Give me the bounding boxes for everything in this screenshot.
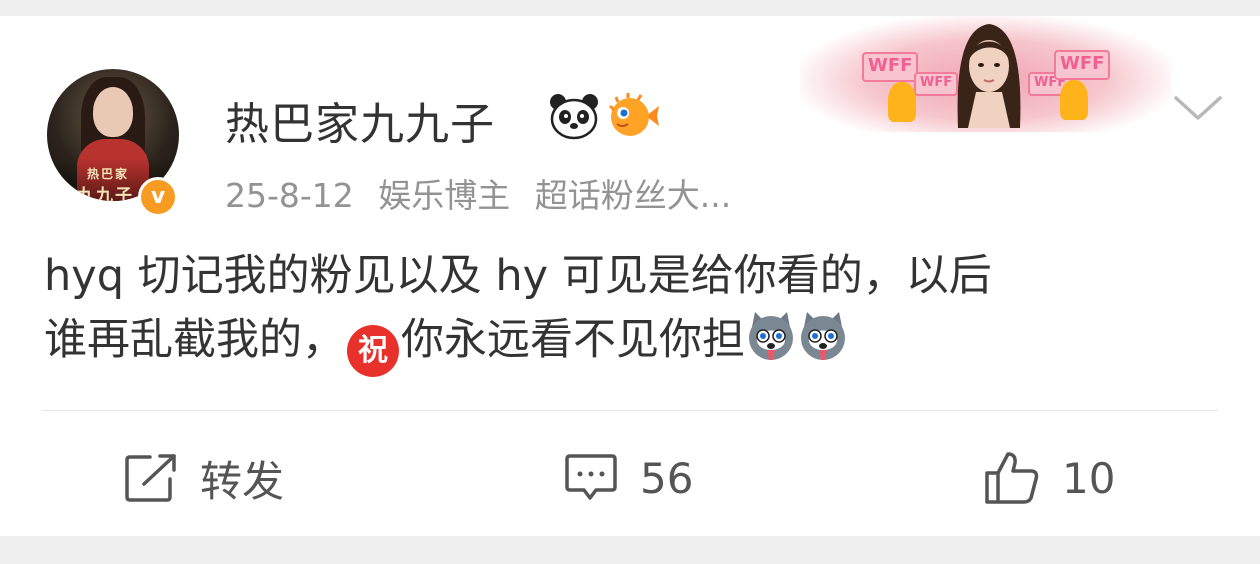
divider — [42, 410, 1218, 411]
banner-sign: WFF — [1054, 50, 1111, 80]
chevron-down-icon[interactable] — [1172, 88, 1224, 128]
like-button[interactable]: 10 — [984, 448, 1115, 508]
avatar-caption-top: 热巴家 — [87, 167, 130, 181]
post-date: 25-8-12 — [225, 176, 354, 215]
post-meta: 25-8-12 娱乐博主 超话粉丝大... — [225, 169, 745, 217]
pufferfish-icon — [608, 93, 659, 136]
page-background-strip — [0, 536, 1260, 564]
panda-icon — [550, 94, 598, 140]
husky-emoji-icon — [749, 312, 793, 360]
post-text-line: 谁再乱截我的，祝你永远看不见你担 — [44, 308, 1224, 377]
banner-mascot — [888, 82, 916, 122]
avatar-caption-bottom: 九九子 — [77, 186, 134, 201]
banner-portrait — [957, 24, 1021, 128]
husky-emoji-icon — [801, 312, 845, 360]
avatar[interactable]: 热巴家 九九子 v — [47, 69, 179, 217]
author-role: 娱乐博主 — [378, 176, 511, 215]
verified-badge: v — [138, 177, 178, 217]
avatar-face — [93, 87, 133, 137]
decorative-banner: WFF WFF WFF WFF — [800, 16, 1172, 132]
like-count: 10 — [1062, 453, 1116, 503]
post-card: WFF WFF WFF WFF 热巴家 九九子 v 热巴家九九子 25-8-12… — [0, 16, 1260, 536]
comment-button[interactable]: 56 — [564, 448, 693, 508]
blessing-emoji: 祝 — [347, 325, 399, 377]
share-icon — [125, 454, 176, 502]
repost-label: 转发 — [200, 456, 285, 506]
comment-icon — [565, 454, 617, 500]
post-content: hyq 切记我的粉见以及 hy 可见是给你看的，以后 谁再乱截我的，祝你永远看不… — [44, 244, 1224, 377]
post-text-segment: 谁再乱截我的， — [44, 315, 345, 365]
banner-sign: WFF — [862, 52, 919, 82]
thumbs-up-icon — [985, 452, 1039, 504]
author-name[interactable]: 热巴家九九子 — [225, 88, 495, 152]
repost-button[interactable]: 转发 — [124, 448, 284, 508]
fan-title: 超话粉丝大... — [534, 176, 732, 215]
post-text-line: hyq 切记我的粉见以及 hy 可见是给你看的，以后 — [44, 251, 992, 301]
post-text-segment: 你永远看不见你担 — [401, 315, 745, 365]
comment-count: 56 — [640, 453, 694, 503]
banner-mascot — [1060, 80, 1088, 120]
